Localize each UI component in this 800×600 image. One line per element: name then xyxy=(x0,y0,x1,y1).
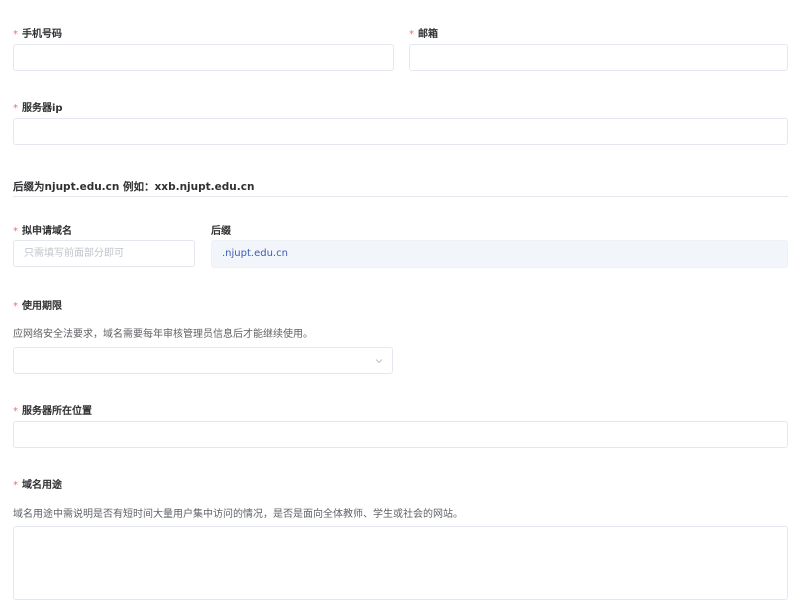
phone-input[interactable] xyxy=(13,44,394,71)
suffix-note: 后缀为njupt.edu.cn 例如：xxb.njupt.edu.cn xyxy=(13,181,255,193)
server-ip-label: * 服务器ip xyxy=(13,103,63,114)
section-divider xyxy=(13,196,788,197)
email-input[interactable] xyxy=(409,44,788,71)
domain-purpose-label: * 域名用途 xyxy=(13,480,62,491)
server-ip-input[interactable] xyxy=(13,118,788,145)
usage-period-hint: 应网络安全法要求，域名需要每年审核管理员信息后才能继续使用。 xyxy=(13,329,313,340)
suffix-value: .njupt.edu.cn xyxy=(211,240,788,268)
required-mark: * xyxy=(13,480,18,491)
chevron-down-icon xyxy=(375,359,383,364)
required-mark: * xyxy=(13,406,18,417)
domain-name-label: * 拟申请域名 xyxy=(13,226,72,237)
usage-period-select[interactable] xyxy=(13,347,393,374)
domain-purpose-hint: 域名用途中需说明是否有短时间大量用户集中访问的情况，是否是面向全体教师、学生或社… xyxy=(13,509,463,520)
server-location-input[interactable] xyxy=(13,421,788,448)
required-mark: * xyxy=(13,29,18,40)
required-mark: * xyxy=(13,301,18,312)
domain-name-input[interactable] xyxy=(13,240,195,267)
server-location-label: * 服务器所在位置 xyxy=(13,406,92,417)
domain-purpose-textarea[interactable] xyxy=(13,526,788,600)
usage-period-label: * 使用期限 xyxy=(13,301,62,312)
required-mark: * xyxy=(13,103,18,114)
suffix-label: 后缀 xyxy=(211,226,231,237)
required-mark: * xyxy=(409,29,414,40)
email-label: * 邮箱 xyxy=(409,29,438,40)
required-mark: * xyxy=(13,226,18,237)
phone-label: * 手机号码 xyxy=(13,29,62,40)
